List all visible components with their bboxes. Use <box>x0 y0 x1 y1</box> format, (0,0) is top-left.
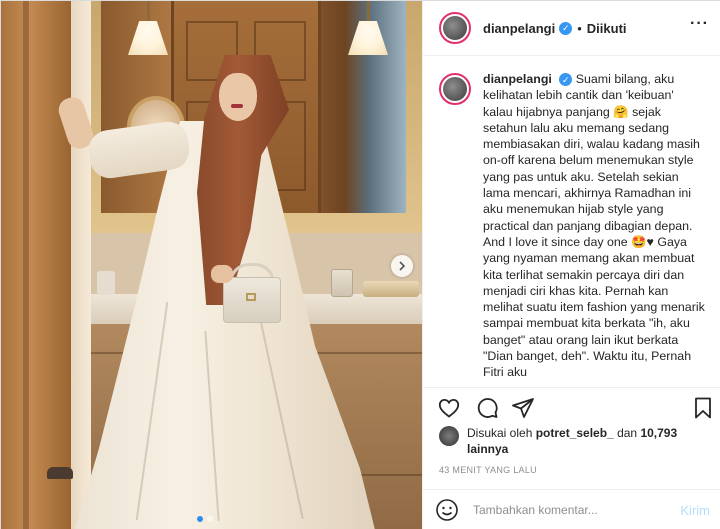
post-side-panel: dianpelangi ✓ • Diikuti ··· dianpelangi … <box>422 1 720 529</box>
likes-prefix: Disukai oleh <box>467 426 536 440</box>
follow-status-button[interactable]: Diikuti <box>587 21 627 36</box>
carousel-dot-active <box>197 516 203 522</box>
bag-clasp <box>246 293 256 301</box>
caption-avatar[interactable] <box>439 73 471 105</box>
lips <box>231 104 243 108</box>
avatar[interactable] <box>439 12 471 44</box>
post-comment-button[interactable]: Kirim <box>680 503 710 518</box>
caption-text: Suami bilang, aku kelihatan lebih cantik… <box>483 72 705 380</box>
post-timestamp[interactable]: 43 MENIT YANG LALU <box>439 465 537 475</box>
share-icon[interactable] <box>511 396 535 420</box>
header-separator: • <box>577 20 582 36</box>
instagram-post: dianpelangi ✓ • Diikuti ··· dianpelangi … <box>0 0 720 529</box>
verified-badge-icon: ✓ <box>559 21 573 35</box>
smiley-icon[interactable] <box>435 498 459 522</box>
liker-username[interactable]: potret_seleb_ <box>536 426 614 440</box>
wooden-wall <box>1 1 71 529</box>
carousel-dot <box>207 516 213 522</box>
door-frame <box>71 1 91 529</box>
liker-avatar[interactable] <box>439 426 459 446</box>
post-photo[interactable] <box>1 1 422 529</box>
likes-middle: dan <box>613 426 641 440</box>
shoe <box>47 467 73 479</box>
verified-badge-icon: ✓ <box>559 73 573 87</box>
face <box>219 73 257 121</box>
comment-input[interactable] <box>473 503 663 517</box>
caption: dianpelangi ✓ Suami bilang, aku kelihata… <box>483 71 706 381</box>
more-horizontal-icon[interactable]: ··· <box>690 15 709 33</box>
likes-row: Disukai oleh potret_seleb_ dan 10,793 la… <box>439 425 697 457</box>
add-comment-bar: Kirim <box>423 489 720 529</box>
caption-username[interactable]: dianpelangi <box>483 72 552 86</box>
caption-row: dianpelangi ✓ Suami bilang, aku kelihata… <box>439 71 706 381</box>
hand <box>211 265 233 283</box>
heart-icon[interactable] <box>437 396 461 420</box>
post-header: dianpelangi ✓ • Diikuti ··· <box>423 1 720 56</box>
action-bar <box>423 387 720 429</box>
carousel-dots <box>197 516 213 522</box>
chevron-right-icon[interactable] <box>391 255 413 277</box>
header-username[interactable]: dianpelangi <box>483 21 555 36</box>
comment-icon[interactable] <box>475 396 499 420</box>
comments-section[interactable]: dianpelangi ✓ Suami bilang, aku kelihata… <box>423 57 720 387</box>
bookmark-icon[interactable] <box>691 396 715 420</box>
likes-text: Disukai oleh potret_seleb_ dan 10,793 la… <box>467 425 697 457</box>
